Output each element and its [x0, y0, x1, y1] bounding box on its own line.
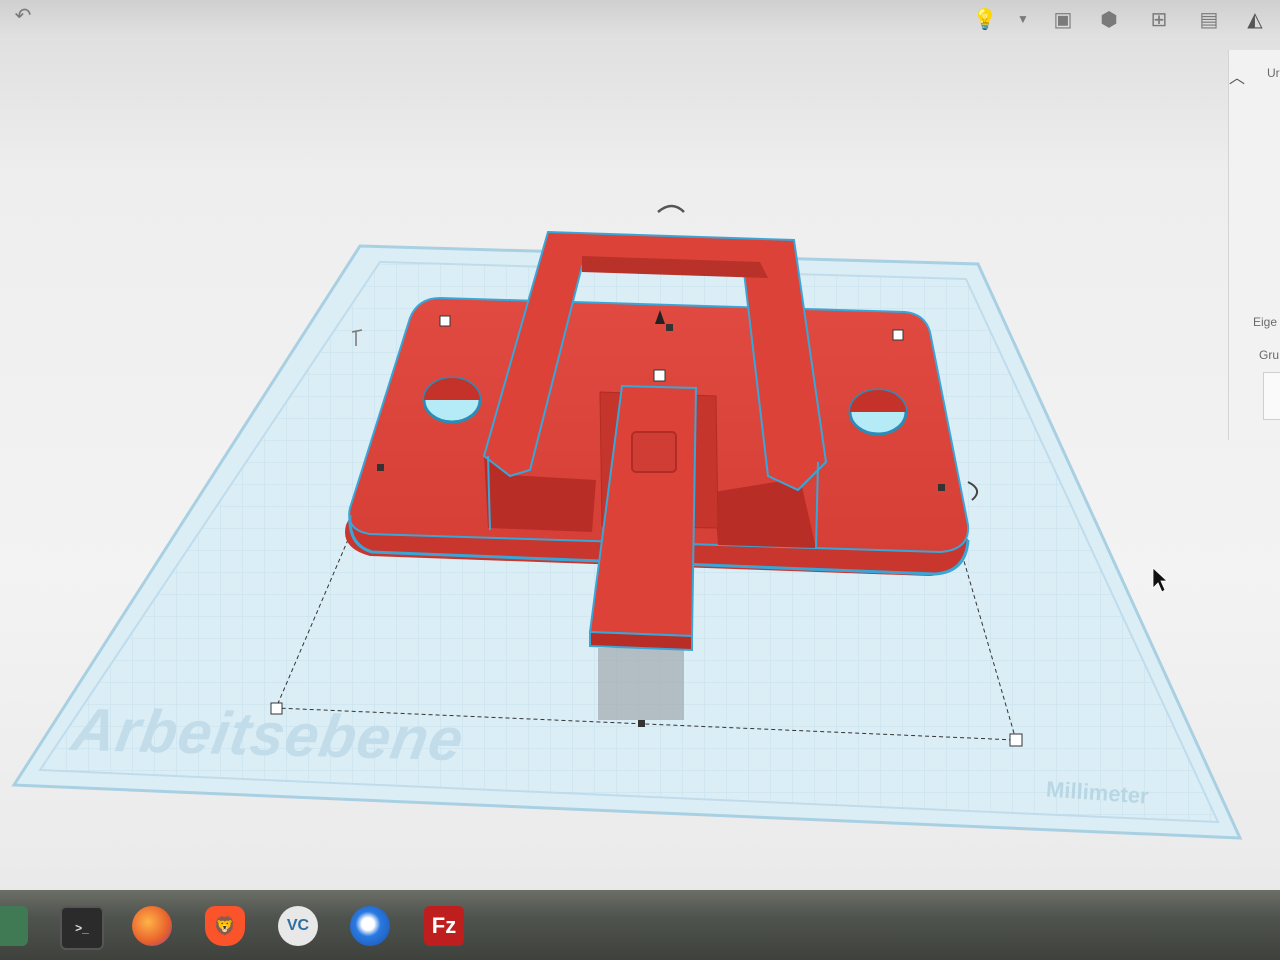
screw-hole-right: [848, 388, 908, 436]
vscodium-icon[interactable]: VC: [278, 906, 318, 946]
lever-shadow: [598, 648, 684, 720]
handle-mid-left[interactable]: [377, 464, 384, 471]
handle-height[interactable]: [653, 369, 666, 382]
screw-hole-left: [422, 376, 482, 424]
handle-mid-top[interactable]: [666, 324, 673, 331]
workplane-label: Arbeitsebene: [67, 695, 469, 774]
firefox-icon[interactable]: [132, 906, 172, 946]
app-icon-partial[interactable]: [0, 906, 28, 946]
taskbar: >_ 🦁 VC Fz: [0, 890, 1280, 960]
mouse-cursor-icon: [1152, 567, 1169, 593]
filezilla-icon[interactable]: Fz: [424, 906, 464, 946]
thunderbird-icon[interactable]: [350, 906, 390, 946]
handle-bottom-right[interactable]: [1009, 733, 1023, 747]
terminal-icon[interactable]: >_: [60, 906, 104, 950]
brave-icon[interactable]: 🦁: [205, 906, 245, 946]
handle-top-right[interactable]: [892, 329, 904, 341]
rotate-top-icon[interactable]: [657, 204, 685, 213]
handle-top-left[interactable]: [439, 315, 451, 327]
handle-mid-bottom[interactable]: [638, 720, 645, 727]
handle-mid-right[interactable]: [938, 484, 945, 491]
